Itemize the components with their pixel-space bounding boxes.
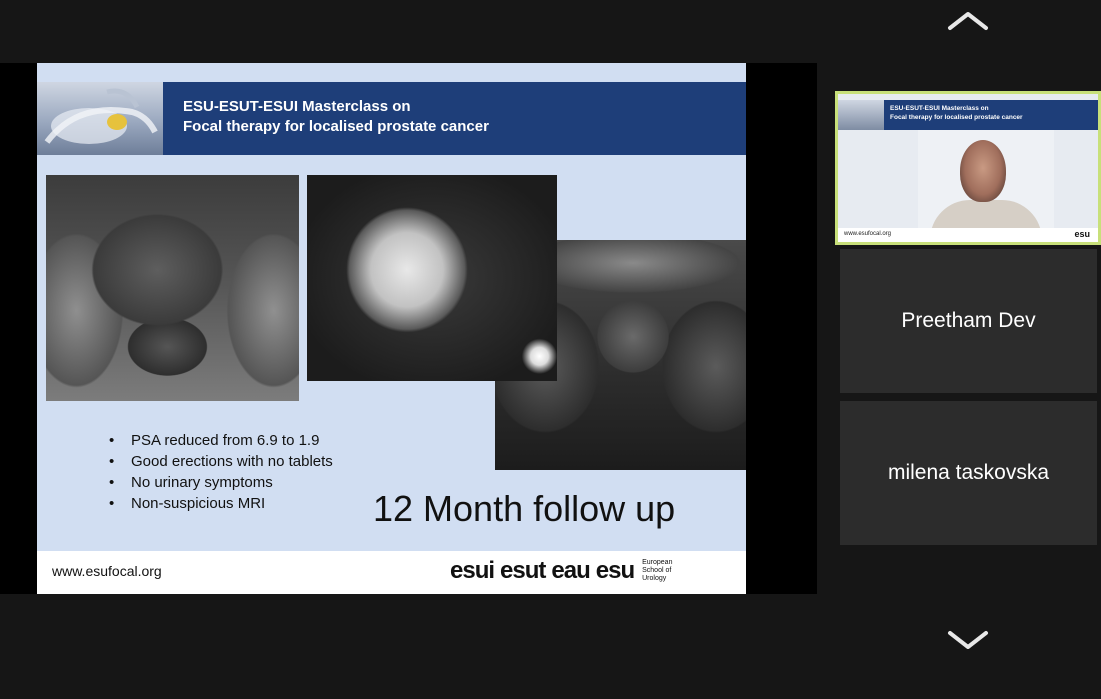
chevron-down-icon — [948, 631, 988, 649]
esu-logo-caption: European School of Urology — [642, 559, 672, 583]
bullet-item: No urinary symptoms — [109, 472, 333, 493]
participant-name: Preetham Dev — [901, 309, 1036, 332]
thumbnail-footer: www.esufocal.org esu — [838, 228, 1098, 242]
mri-image-axial-t2 — [46, 175, 299, 401]
screen-share-area: ESU-ESUT-ESUI Masterclass on Focal thera… — [0, 63, 817, 594]
bullet-item: PSA reduced from 6.9 to 1.9 — [109, 430, 333, 451]
thumbnail-title-line2: Focal therapy for localised prostate can… — [890, 114, 1023, 121]
slide-banner: ESU-ESUT-ESUI Masterclass on Focal thera… — [37, 82, 746, 155]
thumbnail-footer-url: www.esufocal.org — [844, 231, 892, 237]
speaker-person — [918, 130, 1054, 242]
esu-logo: esu — [595, 557, 635, 584]
speaker-head — [960, 140, 1006, 202]
speaker-video: ESU-ESUT-ESUI Masterclass on Focal thera… — [838, 94, 1098, 242]
thumbnail-logo — [838, 100, 884, 130]
masterclass-logo — [37, 82, 163, 155]
footer-url: www.esufocal.org — [52, 563, 162, 579]
participant-name: milena taskovska — [887, 461, 1050, 484]
slide-top-band — [37, 63, 746, 82]
slide-headline: 12 Month follow up — [373, 488, 676, 529]
chevron-up-icon — [948, 12, 988, 30]
esut-logo: esut — [500, 557, 546, 584]
eau-logo: eau — [551, 557, 590, 584]
caption-line: European — [642, 559, 673, 566]
banner-title-line2: Focal therapy for localised prostate can… — [183, 118, 489, 135]
caption-line: Urology — [642, 575, 667, 582]
participant-tile[interactable]: milena taskovska — [840, 401, 1097, 545]
thumbnail-title-line1: ESU-ESUT-ESUI Masterclass on — [890, 105, 989, 112]
scroll-up-button[interactable] — [946, 6, 990, 34]
bullet-item: Non-suspicious MRI — [109, 493, 333, 514]
bullet-item: Good erections with no tablets — [109, 451, 333, 472]
mri-image-dwi — [307, 175, 557, 381]
participant-tile[interactable]: Preetham Dev — [840, 249, 1097, 393]
scroll-down-button[interactable] — [946, 625, 990, 653]
thumbnail-esu-logo: esu — [1074, 229, 1090, 239]
thumbnail-title: ESU-ESUT-ESUI Masterclass on Focal thera… — [890, 104, 1023, 122]
footer-logos: esui esut eau esu European School of Uro… — [450, 557, 672, 585]
caption-line: School of — [642, 567, 672, 574]
banner-title-line1: ESU-ESUT-ESUI Masterclass on — [183, 98, 411, 115]
presentation-slide: ESU-ESUT-ESUI Masterclass on Focal thera… — [37, 63, 746, 594]
thumbnail-banner: ESU-ESUT-ESUI Masterclass on Focal thera… — [838, 100, 1098, 130]
slide-footer: www.esufocal.org esui esut eau esu Europ… — [37, 551, 746, 594]
participant-tile-active-speaker[interactable]: ESU-ESUT-ESUI Masterclass on Focal thera… — [835, 91, 1101, 245]
slide-banner-title: ESU-ESUT-ESUI Masterclass on Focal thera… — [183, 97, 723, 137]
slide-bullet-list: PSA reduced from 6.9 to 1.9 Good erectio… — [109, 430, 333, 514]
esui-logo: esui — [450, 557, 495, 584]
